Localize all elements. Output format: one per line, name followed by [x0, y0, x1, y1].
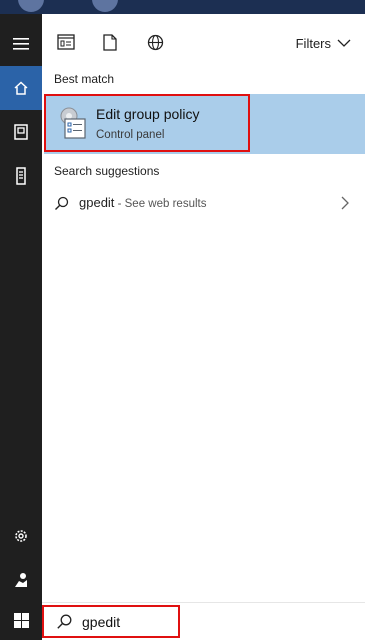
search-input[interactable]: [82, 613, 202, 631]
apps-icon[interactable]: [56, 32, 76, 52]
suggestion-query: gpedit: [79, 195, 115, 210]
filters-button[interactable]: Filters: [296, 34, 351, 52]
filters-label: Filters: [295, 35, 331, 51]
chevron-down-icon: [337, 39, 351, 47]
search-toolbar: Filters: [42, 14, 365, 70]
suggestion-text: gpedit - See web results: [79, 195, 206, 210]
result-subtitle: Control panel: [96, 129, 165, 141]
home-icon[interactable]: [0, 66, 42, 110]
web-icon[interactable]: [145, 32, 165, 52]
desktop-icon-blur: [18, 0, 44, 12]
documents-icon[interactable]: [100, 32, 120, 52]
tower-icon[interactable]: [0, 154, 42, 198]
user-icon[interactable]: [0, 558, 42, 602]
group-policy-icon: [58, 106, 88, 140]
desktop-icon-blur: [92, 0, 118, 12]
search-box[interactable]: [42, 602, 365, 641]
start-rail: [0, 14, 42, 640]
windows-start-icon[interactable]: [0, 598, 42, 642]
result-title: Edit group policy: [96, 106, 200, 122]
search-icon: [55, 196, 69, 210]
chevron-right-icon[interactable]: [341, 196, 349, 210]
suggestion-hint: - See web results: [114, 198, 207, 210]
gear-icon[interactable]: [0, 514, 42, 558]
search-panel: Filters Best match Edit group policy Con…: [42, 14, 365, 641]
search-suggestions-heading: Search suggestions: [54, 164, 160, 178]
best-match-heading: Best match: [54, 72, 115, 86]
notebook-icon[interactable]: [0, 110, 42, 154]
desktop-background: [0, 0, 365, 14]
best-match-result[interactable]: Edit group policy Control panel: [44, 94, 365, 154]
hamburger-menu-icon[interactable]: [0, 22, 42, 66]
suggestion-item[interactable]: gpedit - See web results: [42, 188, 365, 218]
search-icon: [57, 614, 72, 629]
